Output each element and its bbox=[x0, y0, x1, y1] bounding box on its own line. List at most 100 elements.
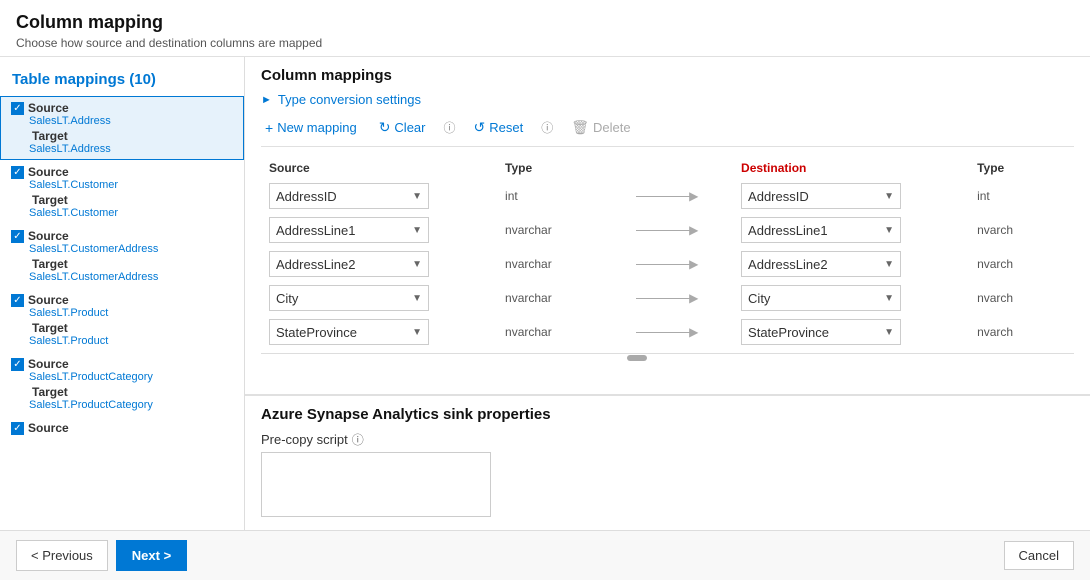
clear-label: Clear bbox=[394, 120, 425, 135]
type-conversion-arrow: ► bbox=[261, 94, 272, 106]
type-conversion-label: Type conversion settings bbox=[278, 92, 421, 107]
sidebar-item-4[interactable]: ✓ Source SalesLT.Product Target SalesLT.… bbox=[0, 288, 244, 352]
sidebar-target-sub-1: SalesLT.Address bbox=[11, 143, 233, 155]
sink-title: Azure Synapse Analytics sink properties bbox=[261, 406, 1074, 423]
table-row: AddressLine2 ▼ nvarchar ▶ bbox=[261, 247, 1074, 281]
sidebar-item-6[interactable]: ✓ Source bbox=[0, 416, 244, 440]
reset-label: Reset bbox=[489, 120, 523, 135]
arrowhead-icon: ▶ bbox=[689, 291, 698, 305]
pre-copy-label-text: Pre-copy script bbox=[261, 432, 348, 447]
mapping-arrow-1: ▶ bbox=[636, 189, 725, 203]
arrowhead-icon: ▶ bbox=[689, 223, 698, 237]
source-dropdown-4[interactable]: City ▼ bbox=[269, 285, 429, 311]
mapping-arrow-4: ▶ bbox=[636, 291, 725, 305]
dest-value-3: AddressLine2 bbox=[748, 257, 828, 272]
source-type-3: nvarchar bbox=[497, 247, 628, 281]
clear-info-icon: ⓘ bbox=[444, 119, 456, 136]
sidebar-source-label-6: Source bbox=[28, 421, 69, 435]
chevron-down-icon: ▼ bbox=[884, 293, 894, 304]
delete-label: Delete bbox=[593, 120, 631, 135]
type-conversion-settings[interactable]: ► Type conversion settings bbox=[261, 92, 1074, 107]
horizontal-scrollbar[interactable] bbox=[261, 353, 1074, 361]
sidebar-item-5[interactable]: ✓ Source SalesLT.ProductCategory Target … bbox=[0, 352, 244, 416]
sidebar-target-sub-4: SalesLT.Product bbox=[11, 335, 233, 347]
clear-icon: ↻ bbox=[379, 119, 391, 136]
arrowhead-icon: ▶ bbox=[689, 257, 698, 271]
clear-button[interactable]: ↻ Clear bbox=[375, 117, 430, 138]
source-dropdown-2[interactable]: AddressLine1 ▼ bbox=[269, 217, 429, 243]
previous-button[interactable]: < Previous bbox=[16, 540, 108, 571]
checkbox-6[interactable]: ✓ bbox=[11, 422, 24, 435]
plus-icon: + bbox=[265, 120, 273, 136]
source-dropdown-5[interactable]: StateProvince ▼ bbox=[269, 319, 429, 345]
sidebar-item-2[interactable]: ✓ Source SalesLT.Customer Target SalesLT… bbox=[0, 160, 244, 224]
source-type-2: nvarchar bbox=[497, 213, 628, 247]
dest-dropdown-3[interactable]: AddressLine2 ▼ bbox=[741, 251, 901, 277]
delete-icon: 🗑 bbox=[571, 119, 589, 136]
sidebar-item-1[interactable]: ✓ Source SalesLT.Address Target SalesLT.… bbox=[0, 96, 244, 160]
checkbox-5[interactable]: ✓ bbox=[11, 358, 24, 371]
mapping-table-scroll: Source Type Destination Type Add bbox=[261, 157, 1074, 349]
checkbox-1[interactable]: ✓ bbox=[11, 102, 24, 115]
page-subtitle: Choose how source and destination column… bbox=[16, 36, 1074, 50]
page-title: Column mapping bbox=[16, 12, 1074, 33]
chevron-down-icon: ▼ bbox=[412, 191, 422, 202]
table-row: StateProvince ▼ nvarchar ▶ bbox=[261, 315, 1074, 349]
page-header: Column mapping Choose how source and des… bbox=[0, 0, 1090, 57]
checkbox-4[interactable]: ✓ bbox=[11, 294, 24, 307]
source-header: Source bbox=[261, 157, 497, 179]
dest-type-4: nvarch bbox=[969, 281, 1074, 315]
checkbox-2[interactable]: ✓ bbox=[11, 166, 24, 179]
dest-value-4: City bbox=[748, 291, 770, 306]
checkbox-3[interactable]: ✓ bbox=[11, 230, 24, 243]
delete-button[interactable]: 🗑 Delete bbox=[567, 117, 634, 138]
sidebar-source-label-4: Source bbox=[28, 293, 69, 307]
source-value-2: AddressLine1 bbox=[276, 223, 356, 238]
mapping-arrow-2: ▶ bbox=[636, 223, 725, 237]
source-value-1: AddressID bbox=[276, 189, 337, 204]
dest-value-1: AddressID bbox=[748, 189, 809, 204]
dest-value-5: StateProvince bbox=[748, 325, 829, 340]
reset-button[interactable]: ↺ Reset bbox=[470, 117, 528, 138]
arrowhead-icon: ▶ bbox=[689, 325, 698, 339]
mapping-table: Source Type Destination Type Add bbox=[261, 157, 1074, 349]
source-type-1: int bbox=[497, 179, 628, 213]
column-mappings-title: Column mappings bbox=[261, 67, 1074, 84]
sidebar-target-label-4: Target bbox=[32, 321, 68, 335]
source-value-3: AddressLine2 bbox=[276, 257, 356, 272]
arrowhead-icon: ▶ bbox=[689, 189, 698, 203]
cancel-button[interactable]: Cancel bbox=[1004, 541, 1074, 570]
table-row: AddressLine1 ▼ nvarchar ▶ bbox=[261, 213, 1074, 247]
table-row: City ▼ nvarchar ▶ bbox=[261, 281, 1074, 315]
chevron-down-icon: ▼ bbox=[884, 259, 894, 270]
source-dropdown-3[interactable]: AddressLine2 ▼ bbox=[269, 251, 429, 277]
next-button[interactable]: Next > bbox=[116, 540, 187, 571]
sidebar-target-sub-3: SalesLT.CustomerAddress bbox=[11, 271, 233, 283]
sink-section: Azure Synapse Analytics sink properties … bbox=[245, 394, 1090, 530]
sidebar: Table mappings (10) ✓ Source SalesLT.Add… bbox=[0, 57, 245, 530]
footer: < Previous Next > Cancel bbox=[0, 530, 1090, 580]
source-type-4: nvarchar bbox=[497, 281, 628, 315]
chevron-down-icon: ▼ bbox=[412, 293, 422, 304]
column-mappings-section: Column mappings ► Type conversion settin… bbox=[245, 57, 1090, 394]
source-type-5: nvarchar bbox=[497, 315, 628, 349]
new-mapping-button[interactable]: + New mapping bbox=[261, 118, 361, 138]
pre-copy-input[interactable] bbox=[261, 452, 491, 517]
sidebar-source-label-5: Source bbox=[28, 357, 69, 371]
sidebar-source-label-1: Source bbox=[28, 101, 69, 115]
dest-dropdown-5[interactable]: StateProvince ▼ bbox=[741, 319, 901, 345]
chevron-down-icon: ▼ bbox=[884, 225, 894, 236]
mapping-arrow-3: ▶ bbox=[636, 257, 725, 271]
sidebar-target-label-3: Target bbox=[32, 257, 68, 271]
dest-dropdown-4[interactable]: City ▼ bbox=[741, 285, 901, 311]
footer-nav-buttons: < Previous Next > bbox=[16, 540, 187, 571]
sidebar-item-3[interactable]: ✓ Source SalesLT.CustomerAddress Target … bbox=[0, 224, 244, 288]
dest-dropdown-2[interactable]: AddressLine1 ▼ bbox=[741, 217, 901, 243]
reset-info-icon: ⓘ bbox=[541, 119, 553, 136]
dest-dropdown-1[interactable]: AddressID ▼ bbox=[741, 183, 901, 209]
arrow-header bbox=[628, 157, 733, 179]
source-dropdown-1[interactable]: AddressID ▼ bbox=[269, 183, 429, 209]
pre-copy-info-icon: ⓘ bbox=[352, 431, 364, 448]
sidebar-source-sub-2: SalesLT.Customer bbox=[11, 179, 233, 191]
dest-type-2: nvarch bbox=[969, 213, 1074, 247]
